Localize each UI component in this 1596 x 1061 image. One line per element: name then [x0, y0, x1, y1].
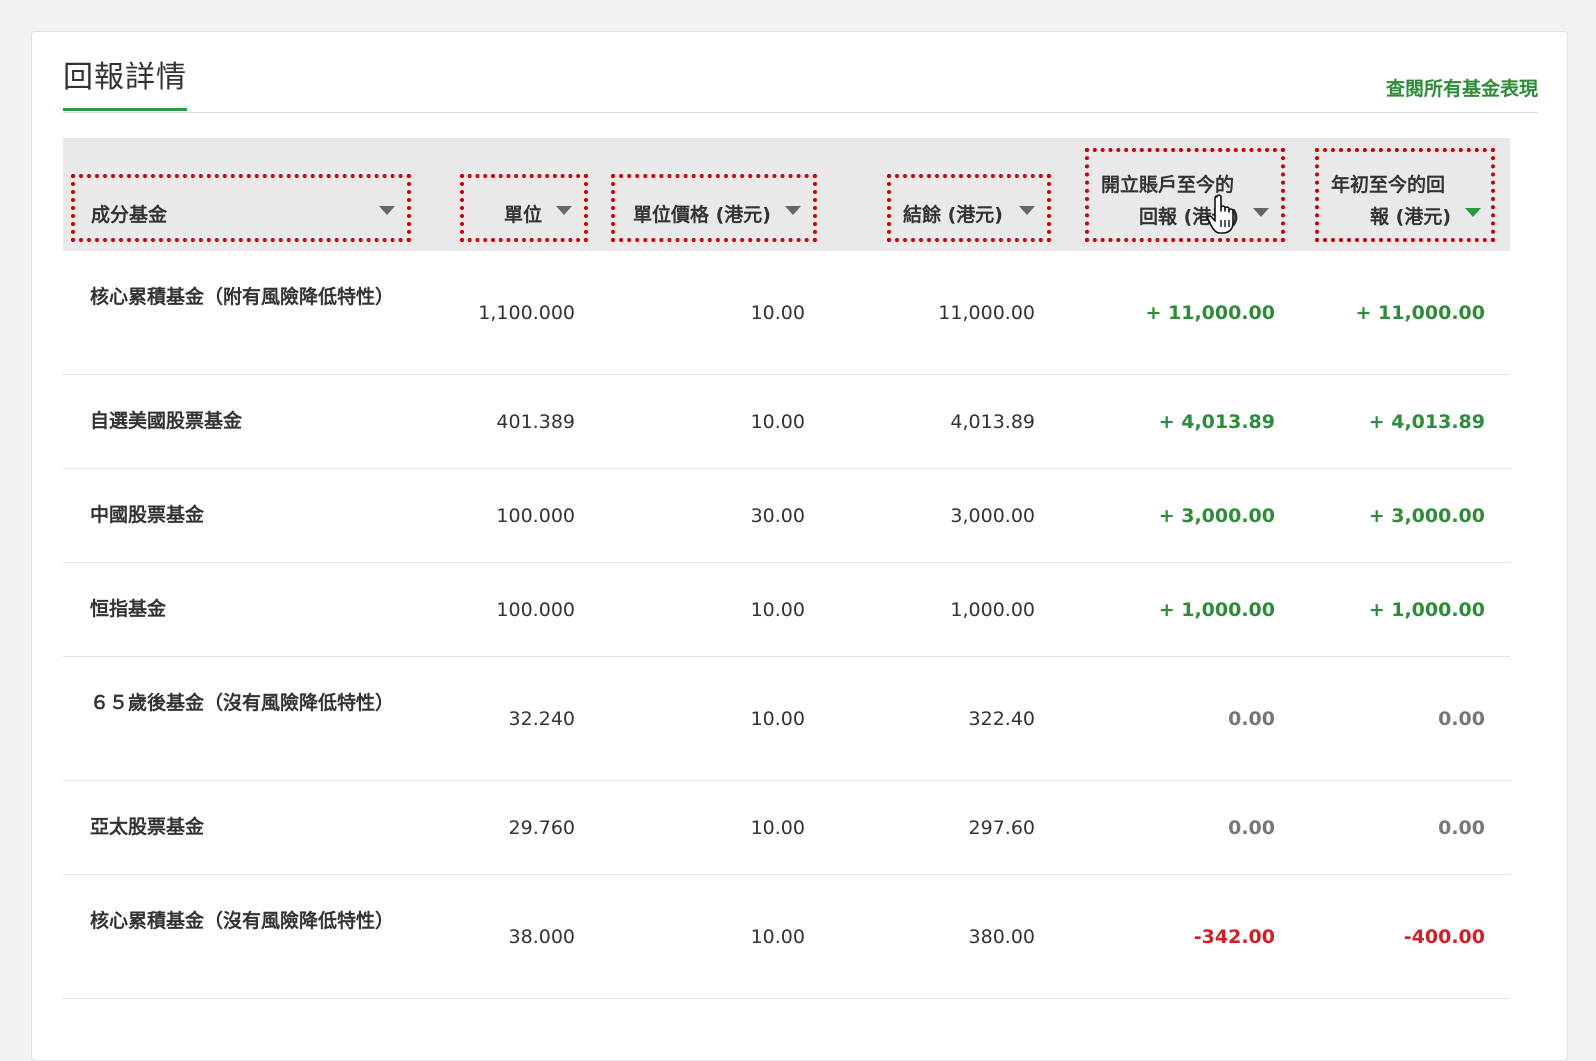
unit-price-value: 10.00 — [750, 817, 805, 839]
balance-value: 3,000.00 — [950, 505, 1035, 527]
table-row: ６５歲後基金（沒有風險降低特性） 32.240 10.00 322.40 0.0… — [63, 657, 1510, 781]
sort-header-balance[interactable]: 結餘 (港元) — [887, 174, 1051, 242]
return-ytd-value: 0.00 — [1438, 817, 1485, 839]
balance-value: 297.60 — [968, 817, 1035, 839]
units-value: 100.000 — [496, 599, 575, 621]
return-since-open-value: + 11,000.00 — [1145, 302, 1275, 324]
return-ytd-value: -400.00 — [1403, 926, 1485, 948]
fund-name: 核心累積基金（附有風險降低特性） — [90, 286, 395, 308]
return-ytd-value: + 1,000.00 — [1368, 599, 1485, 621]
sort-caret-icon — [379, 206, 395, 215]
balance-value: 11,000.00 — [938, 302, 1035, 324]
header-label-unit-price: 單位價格 (港元) — [633, 204, 771, 226]
sort-header-fund[interactable]: 成分基金 — [71, 174, 411, 242]
return-since-open-value: 0.00 — [1228, 817, 1275, 839]
return-ytd-value: 0.00 — [1438, 708, 1485, 730]
returns-table: 成分基金 單位 單位價格 (港元) 結餘 (港元) 開立賬戶至今的 回報 (港元 — [63, 138, 1510, 999]
fund-name: 亞太股票基金 — [90, 816, 205, 838]
balance-value: 380.00 — [968, 926, 1035, 948]
hand-pointer-cursor-icon — [1206, 194, 1234, 234]
table-row: 亞太股票基金 29.760 10.00 297.60 0.00 0.00 — [63, 781, 1510, 875]
unit-price-value: 10.00 — [750, 926, 805, 948]
header-label-return-ytd-line2: 報 (港元) — [1370, 206, 1451, 228]
table-row: 自選美國股票基金 401.389 10.00 4,013.89 + 4,013.… — [63, 375, 1510, 469]
balance-value: 4,013.89 — [950, 411, 1035, 433]
return-since-open-value: + 4,013.89 — [1158, 411, 1275, 433]
sort-header-unit-price[interactable]: 單位價格 (港元) — [611, 174, 817, 242]
header-label-return-ytd-line1: 年初至今的回 — [1331, 174, 1446, 196]
unit-price-value: 10.00 — [750, 302, 805, 324]
units-value: 1,100.000 — [478, 302, 575, 324]
unit-price-value: 10.00 — [750, 708, 805, 730]
unit-price-value: 30.00 — [750, 505, 805, 527]
header-label-units: 單位 — [503, 204, 542, 226]
fund-name: 恒指基金 — [90, 598, 167, 620]
return-since-open-value: + 1,000.00 — [1158, 599, 1275, 621]
return-since-open-value: + 3,000.00 — [1158, 505, 1275, 527]
sort-caret-icon — [1253, 208, 1269, 217]
fund-name: 核心累積基金（沒有風險降低特性） — [90, 910, 395, 932]
return-ytd-value: + 11,000.00 — [1355, 302, 1485, 324]
fund-name: 中國股票基金 — [90, 504, 205, 526]
sort-header-return-since-open[interactable]: 開立賬戶至今的 回報 (港元) — [1085, 148, 1285, 242]
table-row: 核心累積基金（附有風險降低特性） 1,100.000 10.00 11,000.… — [63, 251, 1510, 375]
table-row: 中國股票基金 100.000 30.00 3,000.00 + 3,000.00… — [63, 469, 1510, 563]
return-ytd-value: + 3,000.00 — [1368, 505, 1485, 527]
return-since-open-value: -342.00 — [1193, 926, 1275, 948]
fund-name: ６５歲後基金（沒有風險降低特性） — [90, 692, 395, 714]
returns-card: 回報詳情 查閱所有基金表現 成分基金 單位 單位價格 (港元) 結餘 (港元) — [31, 31, 1568, 1061]
sort-caret-icon — [785, 206, 801, 215]
units-value: 29.760 — [508, 817, 575, 839]
fund-name: 自選美國股票基金 — [90, 410, 243, 432]
table-row: 恒指基金 100.000 10.00 1,000.00 + 1,000.00 +… — [63, 563, 1510, 657]
units-value: 401.389 — [496, 411, 575, 433]
table-row: 核心累積基金（沒有風險降低特性） 38.000 10.00 380.00 -34… — [63, 875, 1510, 999]
sort-header-return-ytd[interactable]: 年初至今的回 報 (港元) — [1315, 148, 1495, 242]
unit-price-value: 10.00 — [750, 599, 805, 621]
sort-caret-icon — [556, 206, 572, 215]
sort-header-units[interactable]: 單位 — [460, 174, 588, 242]
unit-price-value: 10.00 — [750, 411, 805, 433]
header-label-balance: 結餘 (港元) — [903, 204, 1003, 226]
view-all-funds-link[interactable]: 查閱所有基金表現 — [1386, 74, 1538, 101]
balance-value: 1,000.00 — [950, 599, 1035, 621]
sort-caret-icon — [1019, 206, 1035, 215]
units-value: 38.000 — [508, 926, 575, 948]
card-header: 回報詳情 查閱所有基金表現 — [63, 32, 1538, 113]
table-body: 核心累積基金（附有風險降低特性） 1,100.000 10.00 11,000.… — [63, 251, 1510, 999]
units-value: 100.000 — [496, 505, 575, 527]
balance-value: 322.40 — [968, 708, 1035, 730]
table-header: 成分基金 單位 單位價格 (港元) 結餘 (港元) 開立賬戶至今的 回報 (港元 — [63, 138, 1510, 251]
return-ytd-value: + 4,013.89 — [1368, 411, 1485, 433]
sort-caret-active-icon — [1465, 208, 1481, 217]
units-value: 32.240 — [508, 708, 575, 730]
return-since-open-value: 0.00 — [1228, 708, 1275, 730]
header-label-fund: 成分基金 — [91, 204, 168, 226]
page-title: 回報詳情 — [63, 60, 187, 111]
